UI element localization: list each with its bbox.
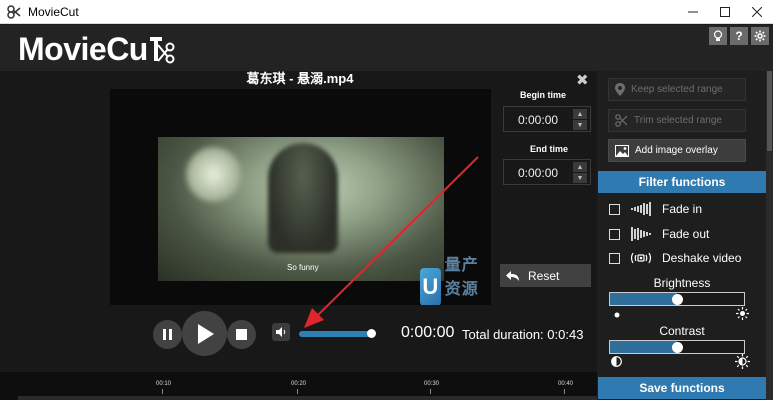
fade-out-label: Fade out [662,227,710,241]
timeline-tick-label: 00:30 [424,381,440,387]
play-button[interactable] [182,311,227,356]
help-icon[interactable]: ? [730,27,748,45]
brightness-label: Brightness [653,276,711,290]
timeline[interactable]: 00:10 00:20 00:30 00:40 [0,372,597,400]
play-icon [197,323,214,344]
add-image-overlay-label: Add image overlay [635,145,718,156]
right-panel: Keep selected range Trim selected range … [597,71,773,400]
lightbulb-icon[interactable] [709,27,727,45]
video-player[interactable]: So funny U 量产资源网 [110,89,491,305]
brightness-slider[interactable] [609,292,745,306]
deshake-label: Deshake video [662,251,742,265]
stop-icon [236,329,247,340]
speaker-icon [275,327,285,337]
filter-fade-in[interactable]: Fade in [609,202,702,216]
keep-selected-range-label: Keep selected range [631,84,723,95]
timeline-tick-mark [162,389,163,394]
reset-button[interactable]: Reset [500,264,591,287]
keep-selected-range-button[interactable]: Keep selected range [608,78,746,101]
video-subtitle: So funny [287,263,319,272]
right-panel-scrollbar[interactable] [766,71,773,400]
end-time-down-icon[interactable]: ▼ [573,173,587,183]
timeline-tick-mark [297,389,298,394]
deshake-icon [630,251,652,265]
stop-button[interactable] [227,320,256,349]
pause-icon [162,329,172,340]
close-video-icon[interactable]: ✖ [576,71,589,89]
scissors-t-icon [148,35,176,65]
app-icon [6,4,22,20]
timeline-tick-mark [430,389,431,394]
contrast-label: Contrast [659,324,705,338]
filter-deshake[interactable]: Deshake video [609,251,741,265]
current-time: 0:00:00 [401,324,455,341]
video-frame [158,137,444,281]
maximize-button[interactable] [709,0,741,24]
gear-icon[interactable] [751,27,769,45]
begin-time-value: 0:00:00 [518,113,559,127]
reset-arrow-icon [506,270,519,281]
reset-label: Reset [528,268,560,283]
brightness-low-icon [614,310,620,321]
close-window-button[interactable] [741,0,773,24]
trim-selected-range-button[interactable]: Trim selected range [608,109,746,132]
watermark: U 量产资源网 [420,251,491,305]
fade-out-checkbox[interactable] [609,228,620,240]
filter-fade-out[interactable]: Fade out [609,227,709,241]
volume-slider[interactable] [299,331,374,337]
app-header: MovieCu ? [0,25,773,71]
timeline-filmstrip[interactable] [18,396,597,400]
fade-in-checkbox[interactable] [609,203,620,215]
save-functions-header[interactable]: Save functions [598,377,766,399]
end-time-label: End time [530,144,569,154]
timeline-tick-mark [564,389,565,394]
brightness-slider-knob[interactable] [672,294,683,305]
video-file-name: 葛东琪 - 悬溺.mp4 [246,71,354,86]
brightness-slider-fill [610,293,677,305]
volume-slider-knob[interactable] [367,329,376,338]
begin-time-label: Begin time [520,90,567,100]
watermark-logo-icon: U [420,268,441,305]
deshake-checkbox[interactable] [609,252,620,264]
filter-functions-header[interactable]: Filter functions [598,171,766,193]
location-pin-icon [615,83,625,96]
video-figure-blur [268,143,338,253]
scissors-icon [615,114,628,127]
scrollbar-thumb[interactable] [767,71,772,151]
video-light-blur [186,147,241,202]
window-titlebar: MovieCut [0,0,773,24]
fade-in-label: Fade in [662,202,703,216]
logo-text: MovieCu [18,31,148,67]
trim-selected-range-label: Trim selected range [634,115,722,126]
contrast-slider-fill [610,341,677,353]
brightness-high-icon [736,307,749,323]
end-time-up-icon[interactable]: ▲ [573,162,587,172]
total-duration: Total duration: 0:0:43 [462,327,584,342]
pause-button[interactable] [153,320,182,349]
fade-out-icon [630,227,652,241]
contrast-low-icon [611,356,622,370]
volume-button[interactable] [272,323,290,341]
contrast-slider[interactable] [609,340,745,354]
main-area: 葛东琪 - 悬溺.mp4 ✖ So funny U 量产资源网 Begin ti… [0,71,597,400]
timeline-tick-label: 00:20 [291,381,307,387]
add-image-overlay-button[interactable]: Add image overlay [608,139,746,162]
end-time-value: 0:00:00 [518,166,559,180]
begin-time-up-icon[interactable]: ▲ [573,109,587,119]
begin-time-field[interactable]: 0:00:00 ▲ ▼ [503,106,591,132]
window-title: MovieCut [28,4,79,19]
timeline-tick-label: 00:40 [558,381,574,387]
contrast-high-icon [735,354,750,372]
minimize-button[interactable] [677,0,709,24]
image-icon [615,144,629,157]
contrast-slider-knob[interactable] [672,342,683,353]
end-time-field[interactable]: 0:00:00 ▲ ▼ [503,159,591,185]
timeline-tick-label: 00:10 [156,381,172,387]
watermark-text: 量产资源网 [444,257,479,298]
fade-in-icon [630,202,652,216]
begin-time-down-icon[interactable]: ▼ [573,120,587,130]
app-logo: MovieCu [18,31,176,68]
